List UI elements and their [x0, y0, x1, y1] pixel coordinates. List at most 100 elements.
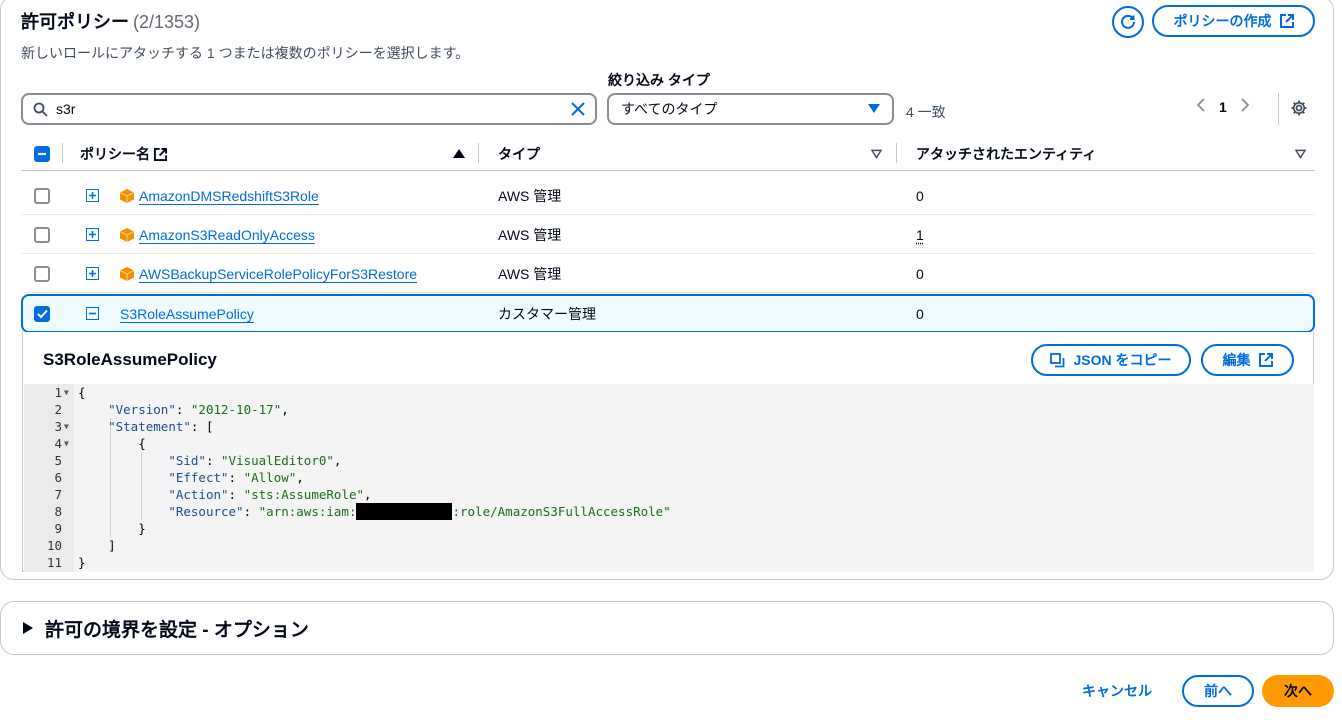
code-text: { [78, 385, 86, 400]
page-description: 新しいロールにアタッチする 1 つまたは複数のポリシーを選択します。 [21, 45, 470, 61]
code-line: 4 ▼ { [24, 435, 1314, 452]
line-number: 1 [54, 385, 62, 400]
divider [1278, 93, 1279, 125]
refresh-icon [1121, 14, 1135, 29]
table-row[interactable]: AmazonS3ReadOnlyAccess AWS 管理 1 [21, 215, 1315, 254]
table-header: ポリシー名 タイプ アタッチされたエンティティ [21, 137, 1315, 171]
code-line: 9 } [24, 520, 1314, 537]
gear-icon[interactable] [1290, 99, 1308, 117]
table-row[interactable]: AmazonDMSRedshiftS3Role AWS 管理 0 [21, 176, 1315, 215]
expand-row-icon[interactable] [86, 254, 99, 293]
column-header-attached-entities[interactable]: アタッチされたエンティティ [916, 137, 1096, 171]
json-key: "Action" [168, 487, 229, 502]
policy-type: AWS 管理 [498, 187, 562, 204]
code-line: 5 "Sid": "VisualEditor0", [24, 452, 1314, 469]
column-header-type[interactable]: タイプ [498, 137, 540, 171]
policy-name[interactable]: AmazonDMSRedshiftS3Role [139, 188, 319, 204]
code-text: } [78, 555, 86, 570]
prev-page-icon[interactable] [1196, 98, 1205, 115]
previous-label: 前へ [1204, 683, 1232, 699]
permissions-boundary-label[interactable]: 許可の境界を設定 - オプション [45, 615, 309, 642]
create-policy-label: ポリシーの作成 [1173, 13, 1272, 29]
checkbox[interactable] [34, 226, 50, 243]
line-number: 6 [54, 470, 62, 485]
clear-icon[interactable] [571, 102, 585, 116]
fold-icon[interactable]: ▼ [64, 418, 69, 435]
policy-name-link[interactable]: AWSBackupServiceRolePolicyForS3Restore [139, 254, 417, 293]
sort-icon[interactable] [871, 137, 882, 171]
line-number: 3 [54, 419, 62, 434]
copy-json-button[interactable]: JSON をコピー [1031, 344, 1191, 376]
row-checkbox[interactable] [34, 176, 50, 215]
row-checkbox[interactable] [34, 215, 50, 254]
expand-row-icon[interactable] [86, 215, 99, 254]
attached-entities: 0 [916, 187, 924, 204]
previous-button[interactable]: 前へ [1182, 675, 1254, 707]
table-row[interactable]: AWSBackupServiceRolePolicyForS3Restore A… [21, 254, 1315, 293]
attached-entities-link[interactable]: 1 [916, 215, 924, 254]
policy-count: (2/1353) [133, 12, 201, 32]
line-number: 7 [54, 487, 62, 502]
checkbox[interactable] [34, 265, 50, 282]
sort-ascending-icon[interactable] [453, 137, 465, 171]
line-number: 11 [46, 555, 62, 570]
checkbox[interactable] [34, 187, 50, 204]
code-line: 8 "Resource": "arn:aws:iam::role/AmazonS… [24, 503, 1314, 520]
column-header-policy-name[interactable]: ポリシー名 [80, 137, 167, 171]
policy-name-link[interactable]: S3RoleAssumePolicy [120, 296, 254, 331]
policy-name[interactable]: S3RoleAssumePolicy [120, 306, 254, 322]
aws-managed-icon [119, 254, 135, 293]
caret-right-icon[interactable] [23, 622, 33, 634]
json-string: :role/AmazonS3FullAccessRole" [452, 504, 671, 519]
row-checkbox[interactable] [34, 296, 50, 331]
search-input[interactable]: s3r [21, 93, 597, 125]
code-text: "Resource": "arn:aws:iam::role/AmazonS3F… [168, 503, 671, 520]
policy-name-link[interactable]: AmazonDMSRedshiftS3Role [139, 176, 319, 215]
column-separator [62, 143, 63, 163]
json-string: "sts:AssumeRole" [243, 487, 365, 502]
code-text: "Statement": [ [108, 419, 214, 434]
expand-row-icon[interactable] [86, 176, 99, 215]
table-row-selected[interactable]: S3RoleAssumePolicy カスタマー管理 0 [21, 294, 1315, 333]
checkbox-checked-icon[interactable] [34, 305, 50, 322]
permission-policies-panel: 許可ポリシー (2/1353) 新しいロールにアタッチする 1 つまたは複数のポリ… [0, 0, 1334, 580]
create-policy-button[interactable]: ポリシーの作成 [1152, 5, 1315, 37]
policy-name[interactable]: AWSBackupServiceRolePolicyForS3Restore [139, 266, 417, 282]
column-separator [896, 143, 897, 163]
search-value: s3r [56, 101, 76, 117]
pagination: 1 [1196, 98, 1250, 115]
next-page-icon[interactable] [1241, 98, 1250, 115]
code-text: } [78, 521, 146, 536]
attached-entities[interactable]: 1 [916, 227, 924, 243]
json-key: "Version" [108, 402, 176, 417]
policy-type: AWS 管理 [498, 265, 562, 282]
permissions-boundary-section[interactable]: 許可の境界を設定 - オプション [0, 601, 1334, 655]
line-number: 9 [54, 521, 62, 536]
json-key: "Resource" [168, 504, 244, 519]
policy-type: AWS 管理 [498, 226, 562, 243]
json-string: "2012-10-17" [190, 402, 282, 417]
copy-json-label: JSON をコピー [1073, 352, 1172, 368]
json-string: "arn:aws:iam: [258, 504, 357, 519]
page-title: 許可ポリシー (2/1353) [21, 8, 200, 34]
current-page[interactable]: 1 [1219, 99, 1227, 115]
indeterminate-icon [34, 146, 50, 162]
collapse-row-icon[interactable] [86, 296, 99, 331]
type-select[interactable]: すべてのタイプ [607, 93, 894, 125]
refresh-button[interactable] [1112, 6, 1144, 38]
cancel-button[interactable]: キャンセル [1082, 681, 1152, 701]
policy-name-link[interactable]: AmazonS3ReadOnlyAccess [139, 215, 315, 254]
edit-button[interactable]: 編集 [1201, 344, 1294, 376]
row-checkbox[interactable] [34, 254, 50, 293]
policy-name[interactable]: AmazonS3ReadOnlyAccess [139, 227, 315, 243]
select-all-checkbox[interactable] [34, 137, 50, 171]
column-label: アタッチされたエンティティ [916, 146, 1097, 162]
next-button[interactable]: 次へ [1262, 675, 1334, 707]
column-label: タイプ [498, 146, 540, 162]
sort-icon[interactable] [1295, 137, 1306, 171]
code-line: 7 "Action": "sts:AssumeRole", [24, 486, 1314, 503]
json-code-viewer[interactable]: 1 ▼ { 2 "Version": "2012-10-17", 3 ▼ "Stat… [24, 384, 1314, 572]
fold-icon[interactable]: ▼ [64, 435, 69, 452]
filter-type-label: 絞り込み タイプ [608, 72, 710, 88]
fold-icon[interactable]: ▼ [64, 384, 69, 401]
